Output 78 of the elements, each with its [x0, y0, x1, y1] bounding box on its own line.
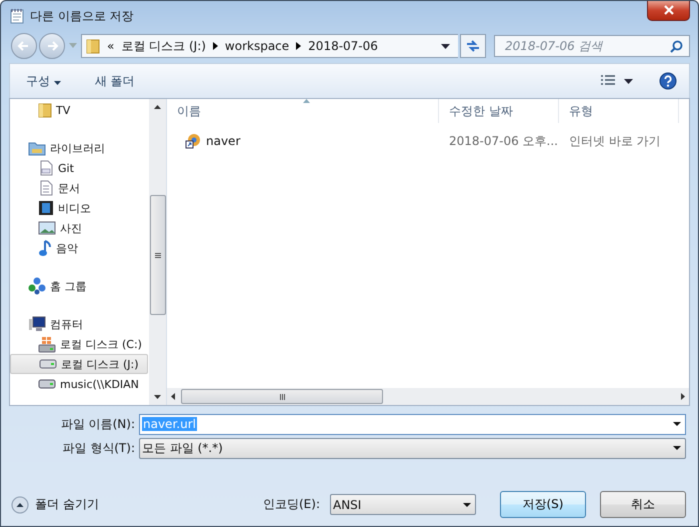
dropdown-arrow-icon[interactable]	[624, 78, 633, 84]
hide-folders-button[interactable]: 폴더 숨기기	[11, 496, 99, 514]
dropdown-arrow-icon	[673, 422, 681, 426]
dropdown-arrow-icon[interactable]	[441, 44, 450, 48]
horizontal-scrollbar[interactable]	[167, 388, 689, 405]
scroll-right-icon[interactable]	[681, 393, 685, 400]
help-icon[interactable]	[659, 72, 677, 90]
nav-item[interactable]: TV	[10, 100, 148, 120]
arrow-right-icon	[45, 39, 59, 53]
network-drive-icon	[38, 379, 56, 389]
notepad-icon	[9, 8, 25, 24]
save-button[interactable]: 저장(S)	[500, 491, 586, 518]
file-type-label: 파일 형식(T):	[61, 440, 136, 456]
nav-item[interactable]: music(\\KDIAN	[10, 374, 148, 394]
forward-button[interactable]	[39, 33, 65, 59]
refresh-icon	[465, 39, 481, 53]
file-row[interactable]: naver 2018-07-06 오후... 인터넷 바로 가기	[167, 129, 689, 153]
document-icon	[38, 160, 54, 176]
column-header[interactable]: 유형	[559, 99, 679, 123]
nav-item[interactable]: Git	[10, 158, 148, 178]
library-icon	[28, 140, 46, 156]
back-button[interactable]	[11, 33, 37, 59]
search-icon	[670, 40, 683, 52]
encoding-label: 인코딩(E):	[263, 496, 320, 513]
view-options-icon[interactable]	[600, 75, 616, 87]
address-bar[interactable]: « 로컬 디스크 (J:) workspace 2018-07-06	[81, 34, 458, 58]
music-note-icon	[38, 239, 52, 257]
nav-item[interactable]: 문서	[10, 178, 148, 198]
chevron-right-icon[interactable]	[212, 42, 218, 50]
chevron-up-icon	[11, 496, 29, 514]
cancel-button[interactable]: 취소	[600, 491, 686, 518]
breadcrumb[interactable]: 로컬 디스크 (J:)	[121, 38, 206, 54]
breadcrumb[interactable]: 2018-07-06	[308, 39, 378, 53]
folder-icon	[86, 38, 100, 54]
web-shortcut-icon	[185, 133, 201, 149]
nav-item[interactable]: 라이브러리	[10, 138, 148, 158]
breadcrumb[interactable]: workspace	[224, 39, 290, 53]
refresh-button[interactable]	[460, 34, 486, 58]
document-icon	[38, 180, 54, 196]
grip-icon[interactable]	[154, 252, 160, 258]
nav-item[interactable]: 로컬 디스크 (J:)	[10, 354, 148, 374]
scroll-up-icon[interactable]	[154, 105, 161, 109]
film-icon	[38, 200, 54, 216]
nav-item[interactable]: 홈 그룹	[10, 276, 148, 296]
file-name-label: 파일 이름(N):	[60, 416, 136, 432]
folder-icon	[38, 102, 52, 118]
dropdown-arrow-icon	[673, 446, 681, 450]
new-folder-button[interactable]: 새 폴더	[90, 72, 139, 90]
system-drive-icon	[38, 335, 56, 353]
chevron-right-icon[interactable]	[296, 42, 302, 50]
nav-item[interactable]: 컴퓨터	[10, 314, 148, 334]
drive-icon	[39, 359, 57, 369]
picture-icon	[38, 221, 56, 235]
encoding-dropdown[interactable]: ANSI	[330, 494, 476, 515]
arrow-left-icon	[17, 39, 31, 53]
column-header[interactable]: 수정한 날짜	[439, 99, 559, 123]
dropdown-arrow-icon	[463, 502, 471, 506]
overflow-chevron[interactable]: «	[107, 39, 114, 53]
close-button[interactable]	[647, 1, 690, 21]
close-icon	[664, 4, 674, 14]
organize-menu-button[interactable]: 구성	[22, 72, 65, 90]
nav-item[interactable]: 음악	[10, 238, 148, 258]
scroll-left-icon[interactable]	[171, 393, 175, 400]
vertical-scrollbar[interactable]	[149, 99, 166, 405]
scroll-down-icon[interactable]	[154, 395, 161, 399]
nav-item[interactable]: 비디오	[10, 198, 148, 218]
column-header[interactable]: 이름	[167, 99, 439, 123]
sort-arrow-icon	[302, 99, 310, 103]
dropdown-arrow-icon	[54, 80, 61, 84]
search-input[interactable]: 2018-07-06 검색	[503, 38, 670, 54]
nav-item[interactable]: 로컬 디스크 (C:)	[10, 334, 148, 354]
homegroup-icon	[28, 277, 46, 295]
window-title: 다른 이름으로 저장	[30, 8, 134, 24]
search-field[interactable]: 2018-07-06 검색	[494, 35, 690, 57]
file-type-dropdown[interactable]: 모든 파일 (*.*)	[139, 438, 686, 458]
computer-icon	[28, 316, 46, 332]
grip-icon[interactable]	[280, 394, 284, 400]
nav-item[interactable]: 사진	[10, 218, 148, 238]
